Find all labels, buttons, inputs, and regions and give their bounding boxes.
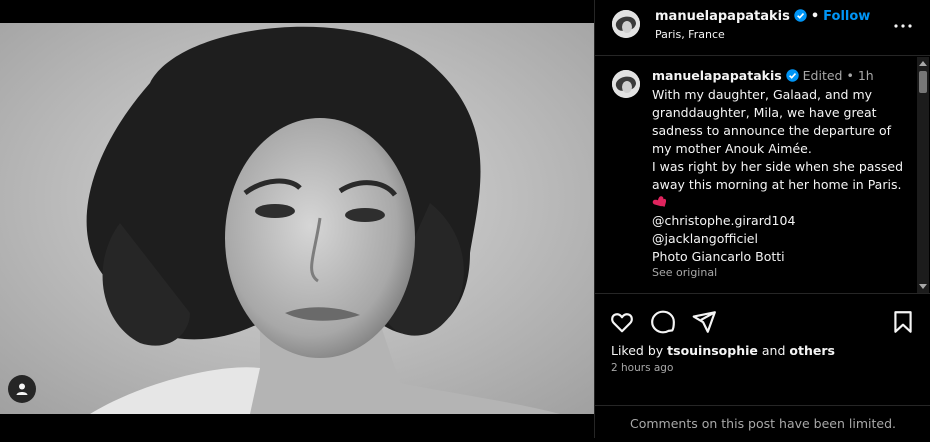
caption-text: With my daughter, Galaad, and my grandda… bbox=[652, 86, 914, 280]
tag-person-icon bbox=[16, 383, 28, 395]
heart-emoji bbox=[652, 194, 914, 212]
avatar[interactable] bbox=[612, 10, 640, 38]
heart-icon bbox=[611, 313, 633, 333]
others-link[interactable]: others bbox=[789, 343, 835, 358]
avatar-image bbox=[612, 10, 640, 38]
post-header: manuelapapatakis • Follow Paris, France bbox=[595, 0, 930, 56]
follow-button[interactable]: Follow bbox=[823, 9, 870, 24]
post-sidebar: manuelapapatakis • Follow Paris, France ma… bbox=[594, 0, 930, 438]
liked-by-label: Liked by bbox=[611, 343, 664, 358]
mention-link[interactable]: @christophe.girard104 bbox=[652, 212, 914, 230]
comment-button[interactable] bbox=[650, 309, 676, 335]
and-label: and bbox=[761, 343, 786, 358]
portrait-image bbox=[0, 23, 594, 414]
share-icon bbox=[692, 311, 716, 333]
caption-scrollbar[interactable] bbox=[917, 57, 929, 293]
more-options-button[interactable] bbox=[891, 14, 915, 38]
bookmark-icon bbox=[894, 311, 912, 333]
caption-area: manuelapapatakis Edited • 1h With my dau… bbox=[595, 57, 930, 294]
post-photo[interactable] bbox=[0, 23, 594, 414]
more-icon bbox=[894, 24, 912, 28]
caption-time: 1h bbox=[857, 68, 874, 83]
caption-line: With my daughter, Galaad, and my bbox=[652, 87, 873, 102]
caption-line: granddaughter, Mila, we have great bbox=[652, 105, 877, 120]
scroll-down-arrow-icon[interactable] bbox=[919, 284, 927, 289]
share-button[interactable] bbox=[691, 309, 717, 335]
likes-summary: Liked by tsouinsophie and others bbox=[611, 343, 835, 358]
caption-username[interactable]: manuelapapatakis bbox=[652, 68, 782, 83]
mention-link[interactable]: @jacklangofficiel bbox=[652, 230, 914, 248]
caption-line: away this morning at her home in Paris. bbox=[652, 177, 902, 192]
verified-icon bbox=[794, 9, 807, 26]
tag-person-button[interactable] bbox=[8, 375, 36, 403]
caption-avatar[interactable] bbox=[612, 70, 640, 98]
avatar-image bbox=[612, 70, 640, 98]
caption-header: manuelapapatakis Edited • 1h bbox=[652, 68, 874, 85]
location-link[interactable]: Paris, France bbox=[655, 28, 725, 41]
separator-dot: • bbox=[810, 9, 820, 24]
comment-icon bbox=[651, 310, 675, 334]
edited-label: Edited bbox=[802, 68, 843, 83]
username-link[interactable]: manuelapapatakis bbox=[655, 9, 790, 24]
post-author: manuelapapatakis • Follow bbox=[655, 9, 870, 26]
photo-pane bbox=[0, 0, 594, 438]
see-original-link[interactable]: See original bbox=[652, 266, 914, 280]
verified-icon bbox=[785, 69, 799, 85]
caption-line: Photo Giancarlo Botti bbox=[652, 249, 785, 264]
caption-line: I was right by her side when she passed bbox=[652, 159, 904, 174]
separator-dot: • bbox=[846, 68, 854, 83]
action-bar bbox=[595, 305, 930, 337]
liker-username[interactable]: tsouinsophie bbox=[667, 343, 758, 358]
post-timestamp[interactable]: 2 hours ago bbox=[611, 362, 673, 374]
like-button[interactable] bbox=[609, 309, 635, 335]
caption-line: my mother Anouk Aimée. bbox=[652, 141, 812, 156]
save-button[interactable] bbox=[890, 309, 916, 335]
scrollbar-thumb[interactable] bbox=[919, 71, 927, 93]
scroll-up-arrow-icon[interactable] bbox=[919, 61, 927, 66]
comments-limited-notice: Comments on this post have been limited. bbox=[595, 405, 930, 438]
caption-line: sadness to announce the departure of bbox=[652, 123, 892, 138]
